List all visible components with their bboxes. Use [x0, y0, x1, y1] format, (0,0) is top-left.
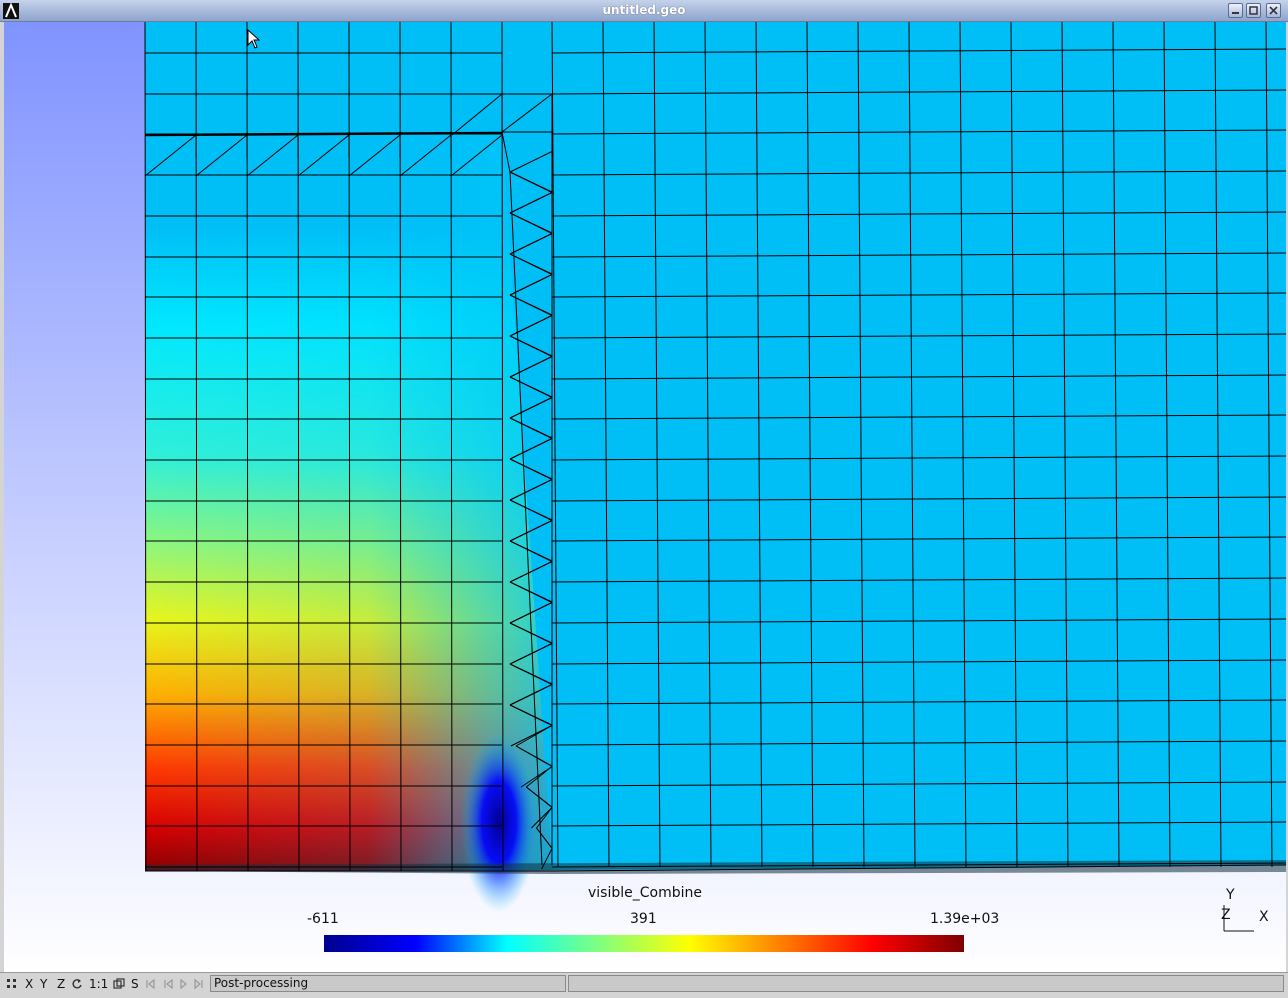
mesh-plot — [144, 22, 1286, 912]
status-message: Post-processing — [210, 975, 566, 992]
view-y-button[interactable]: Y — [40, 976, 47, 992]
window-title: untitled.geo — [602, 3, 686, 17]
fullscreen-icon[interactable] — [6, 978, 18, 990]
status-bar: X Y Z 1:1 S Post-processing — [0, 972, 1288, 995]
app-window: untitled.geo visible_Combine -611 391 1.… — [0, 0, 1288, 998]
animation-controls-icons[interactable] — [145, 978, 205, 990]
color-scale-bar — [324, 935, 964, 952]
scale-mid-label: 391 — [630, 911, 657, 927]
view-name-label: visible_Combine — [588, 885, 702, 901]
projection-icon[interactable] — [113, 978, 125, 990]
view-x-button[interactable]: X — [25, 976, 33, 992]
scale-min-label: -611 — [307, 911, 339, 927]
mouse-cursor-icon — [247, 29, 261, 49]
snapshot-s-button[interactable]: S — [131, 976, 139, 992]
rotate-icon[interactable] — [71, 978, 83, 990]
maximize-button[interactable] — [1246, 3, 1261, 18]
scale-1-1-button[interactable]: 1:1 — [89, 976, 108, 992]
graphics-viewport[interactable]: visible_Combine -611 391 1.39e+03 Y Z X — [4, 22, 1286, 972]
axes-indicator: Y Z X — [1216, 887, 1276, 935]
close-button[interactable] — [1266, 3, 1281, 18]
status-message-secondary — [568, 975, 1284, 992]
view-z-button[interactable]: Z — [57, 976, 65, 992]
minimize-button[interactable] — [1228, 3, 1243, 18]
scale-max-label: 1.39e+03 — [930, 911, 1000, 927]
title-bar[interactable]: untitled.geo — [0, 0, 1288, 22]
